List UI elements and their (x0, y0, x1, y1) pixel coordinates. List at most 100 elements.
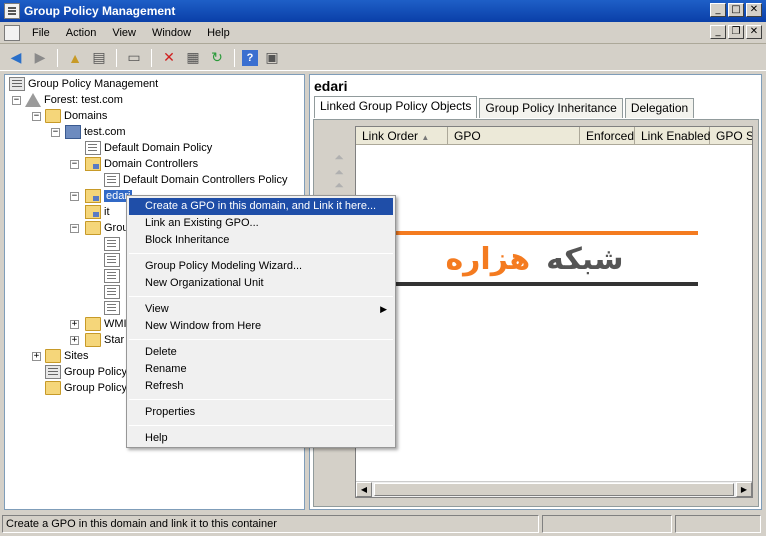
column-link-order[interactable]: Link Order ▲ (356, 127, 448, 145)
minimize-button[interactable]: _ (710, 3, 726, 17)
refresh-icon[interactable]: ↻ (207, 48, 227, 68)
column-label: Link Order (362, 129, 419, 143)
menu-item-create-gpo-link[interactable]: Create a GPO in this domain, and Link it… (129, 198, 393, 215)
menu-item-new-ou[interactable]: New Organizational Unit (129, 275, 393, 292)
gpo-link-icon (85, 141, 101, 155)
scroll-right-icon[interactable]: ▶ (736, 482, 752, 497)
gpo-icon (104, 269, 120, 283)
menu-item-rename[interactable]: Rename (129, 361, 393, 378)
folder-icon (85, 221, 101, 235)
menu-action[interactable]: Action (58, 27, 105, 39)
show-hide-tree-icon[interactable]: ▤ (89, 48, 109, 68)
column-gpo[interactable]: GPO (448, 127, 580, 145)
collapse-toggle[interactable]: − (70, 224, 79, 233)
horizontal-scrollbar[interactable]: ◀ ▶ (356, 481, 752, 497)
list-header: Link Order ▲ GPO Enforced Link Enabled G… (356, 127, 752, 145)
tree-node-wmi-filters[interactable]: WMI (85, 316, 127, 332)
menu-separator (129, 425, 393, 426)
forward-icon[interactable]: ▶ (30, 48, 50, 68)
gpmc-root-icon (9, 77, 25, 91)
close-button[interactable]: ✕ (746, 3, 762, 17)
title-bar[interactable]: Group Policy Management _ □ ✕ (0, 0, 766, 22)
menu-item-new-window[interactable]: New Window from Here (129, 318, 393, 335)
scroll-thumb[interactable] (374, 483, 734, 496)
delete-icon[interactable]: ✕ (159, 48, 179, 68)
tree-node-label: Domains (64, 110, 108, 122)
tree-node-default-domain-policy[interactable]: Default Domain Policy (85, 140, 212, 156)
menu-window[interactable]: Window (144, 27, 199, 39)
tree-node-domain-controllers[interactable]: Domain Controllers (85, 156, 198, 172)
domain-icon (65, 125, 81, 139)
collapse-toggle[interactable]: − (32, 112, 41, 121)
expand-toggle[interactable]: + (70, 336, 79, 345)
tree-node-domains[interactable]: Domains (45, 108, 107, 124)
column-link-enabled[interactable]: Link Enabled (635, 127, 710, 145)
mdi-close-button[interactable]: ✕ (746, 25, 762, 39)
collapse-toggle[interactable]: − (51, 128, 60, 137)
move-top-icon[interactable]: ⏶ ⏶ (324, 150, 354, 179)
column-enforced[interactable]: Enforced (580, 127, 635, 145)
tree-node-gpo[interactable] (104, 284, 123, 300)
tree-node-root[interactable]: Group Policy Management (9, 76, 158, 92)
mmc-system-icon[interactable] (4, 24, 20, 41)
mdi-restore-button[interactable]: ❐ (728, 25, 744, 39)
tree-node-gp-results[interactable]: Group Policy (45, 380, 127, 396)
tab-linked-gpos[interactable]: Linked Group Policy Objects (314, 96, 478, 118)
menu-item-link-existing-gpo[interactable]: Link an Existing GPO... (129, 215, 393, 232)
new-window-icon[interactable]: ▣ (262, 48, 282, 68)
menu-item-properties[interactable]: Properties (129, 404, 393, 421)
gpmc-app-icon[interactable] (4, 3, 20, 19)
gpo-icon (104, 253, 120, 267)
tree-node-default-dc-policy[interactable]: Default Domain Controllers Policy (104, 172, 287, 188)
tree-node-label: Default Domain Policy (104, 142, 213, 154)
menu-separator (129, 253, 393, 254)
collapse-toggle[interactable]: − (70, 192, 79, 201)
tree-node-label: Grou (104, 222, 129, 234)
tree-node-label: Forest: test.com (44, 94, 123, 106)
menu-item-block-inheritance[interactable]: Block Inheritance (129, 232, 393, 249)
mdi-minimize-button[interactable]: _ (710, 25, 726, 39)
tree-node-gp-modeling[interactable]: Group Policy (45, 364, 127, 380)
properties-icon[interactable]: ▭ (124, 48, 144, 68)
window-title: Group Policy Management (24, 4, 176, 18)
tree-node-domain[interactable]: test.com (65, 124, 126, 140)
ou-icon (85, 189, 101, 203)
window-controls: _ □ ✕ (710, 3, 762, 17)
maximize-button[interactable]: □ (728, 3, 744, 17)
export-icon[interactable]: ▦ (183, 48, 203, 68)
linked-gpo-list[interactable]: Link Order ▲ GPO Enforced Link Enabled G… (355, 126, 753, 498)
column-gpo-status[interactable]: GPO St (710, 127, 752, 145)
forest-icon (25, 93, 41, 107)
back-icon[interactable]: ◀ (6, 48, 26, 68)
tree-node-group-policy-objects[interactable]: Grou (85, 220, 128, 236)
collapse-toggle[interactable]: − (70, 160, 79, 169)
tree-node-gpo[interactable] (104, 236, 123, 252)
menu-view[interactable]: View (104, 27, 144, 39)
tab-delegation[interactable]: Delegation (624, 98, 695, 118)
tree-node-gpo[interactable] (104, 268, 123, 284)
status-bar: Create a GPO in this domain and link it … (0, 512, 766, 536)
up-folder-icon[interactable]: ▲ (65, 48, 85, 68)
menu-item-gp-modeling-wizard[interactable]: Group Policy Modeling Wizard... (129, 258, 393, 275)
tree-node-gpo[interactable] (104, 300, 123, 316)
toolbar-separator (116, 48, 117, 67)
tree-node-sites[interactable]: Sites (45, 348, 88, 364)
menu-item-view[interactable]: View ▶ (129, 301, 393, 318)
tree-node-label: Group Policy (64, 366, 127, 378)
menu-item-refresh[interactable]: Refresh (129, 378, 393, 395)
tree-node-it[interactable]: it (85, 204, 110, 220)
menu-item-delete[interactable]: Delete (129, 344, 393, 361)
menu-help[interactable]: Help (199, 27, 238, 39)
menu-item-help[interactable]: Help (129, 430, 393, 447)
tab-gp-inheritance[interactable]: Group Policy Inheritance (479, 98, 623, 118)
menu-file[interactable]: File (24, 27, 58, 39)
expand-toggle[interactable]: + (70, 320, 79, 329)
tree-node-starter-gpos[interactable]: Star (85, 332, 124, 348)
tree-node-gpo[interactable] (104, 252, 123, 268)
expand-toggle[interactable]: + (32, 352, 41, 361)
collapse-toggle[interactable]: − (12, 96, 21, 105)
tree-node-forest[interactable]: Forest: test.com (25, 92, 123, 108)
help-icon[interactable]: ? (242, 49, 258, 66)
tree-node-label: WMI (104, 318, 127, 330)
scroll-left-icon[interactable]: ◀ (356, 482, 372, 497)
